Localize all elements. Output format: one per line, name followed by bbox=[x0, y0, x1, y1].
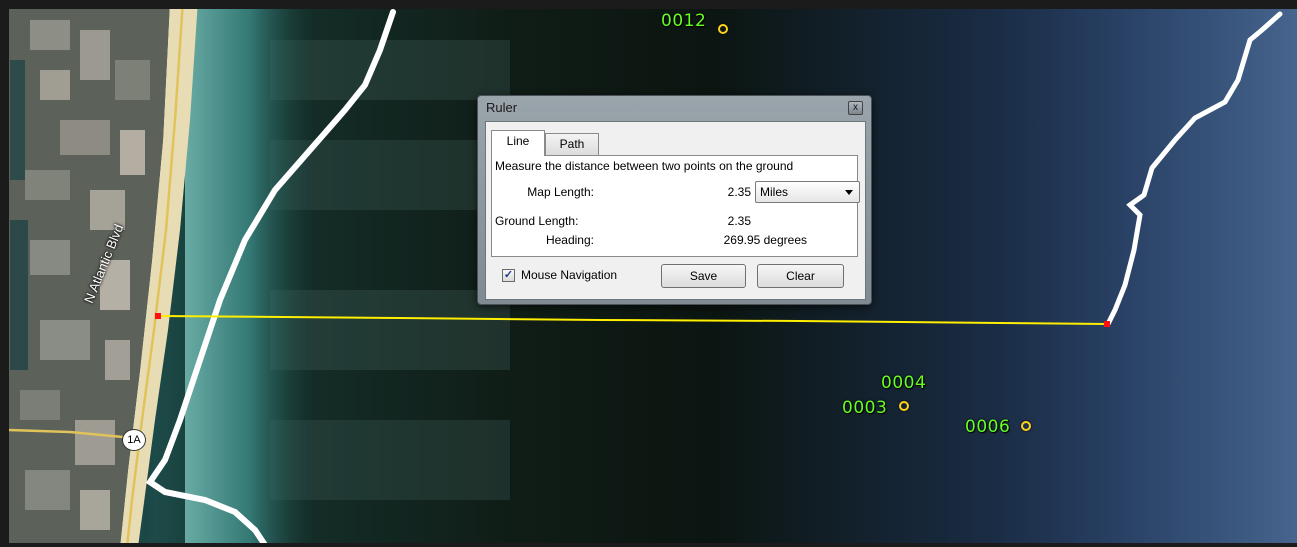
tab-line[interactable]: Line bbox=[491, 130, 545, 156]
close-icon[interactable]: x bbox=[848, 101, 863, 115]
measure-end-point[interactable] bbox=[1104, 321, 1110, 327]
ruler-title-bar[interactable]: Ruler x bbox=[478, 96, 871, 120]
placemark-label-0006[interactable]: 0006 bbox=[965, 417, 1010, 437]
ruler-dialog[interactable]: Ruler x Line Path Measure the distance b… bbox=[477, 95, 872, 305]
ruler-client-area: Line Path Measure the distance between t… bbox=[485, 121, 866, 300]
ruler-title: Ruler bbox=[486, 100, 518, 115]
placemark-label-0004[interactable]: 0004 bbox=[881, 373, 926, 393]
placemark-label-0012[interactable]: 0012 bbox=[661, 11, 706, 31]
unit-select[interactable]: Miles bbox=[755, 181, 860, 203]
line-tab-panel: Measure the distance between two points … bbox=[491, 155, 860, 257]
save-button[interactable]: Save bbox=[661, 264, 746, 288]
placemark-icon[interactable] bbox=[718, 24, 728, 34]
unit-select-value: Miles bbox=[760, 185, 789, 199]
mouse-navigation-label[interactable]: Mouse Navigation bbox=[521, 268, 617, 282]
ground-length-label: Ground Length: bbox=[495, 214, 579, 228]
tab-path[interactable]: Path bbox=[545, 133, 599, 155]
mouse-navigation-checkbox[interactable]: ✓ bbox=[502, 269, 515, 282]
ground-length-value: 2.35 bbox=[727, 214, 751, 228]
route-shield: 1A bbox=[122, 429, 146, 451]
chevron-down-icon bbox=[845, 190, 853, 195]
ruler-description: Measure the distance between two points … bbox=[495, 159, 794, 173]
placemark-icon[interactable] bbox=[899, 401, 909, 411]
measure-start-point[interactable] bbox=[155, 313, 161, 319]
deep-water-glow bbox=[1000, 0, 1297, 547]
placemark-icon[interactable] bbox=[1021, 421, 1031, 431]
heading-label: Heading: bbox=[545, 233, 594, 247]
map-length-label: Map Length: bbox=[527, 185, 594, 199]
heading-value: 269.95 degrees bbox=[723, 233, 807, 247]
map-length-value: 2.35 bbox=[727, 185, 751, 199]
placemark-label-0003[interactable]: 0003 bbox=[842, 398, 887, 418]
clear-button[interactable]: Clear bbox=[757, 264, 844, 288]
surf-zone bbox=[185, 0, 315, 547]
